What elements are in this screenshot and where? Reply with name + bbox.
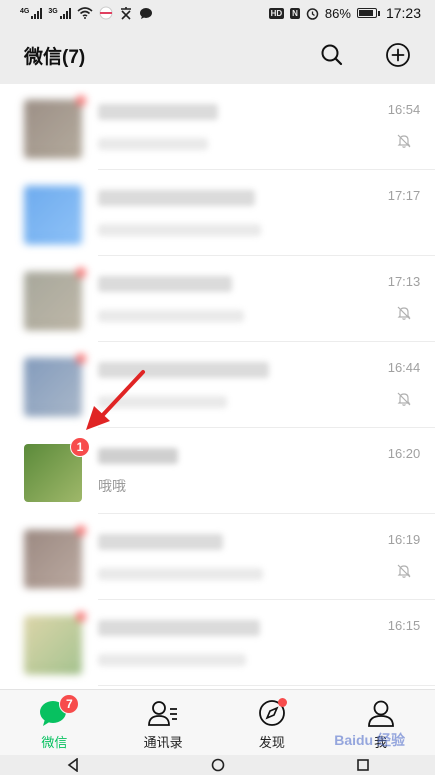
avatar (24, 354, 86, 416)
unread-dot (76, 354, 86, 364)
avatar (24, 268, 86, 330)
chat-name-blurred (98, 104, 218, 120)
back-button[interactable] (62, 758, 84, 772)
muted-bell-icon (396, 133, 412, 154)
chat-time: 16:19 (387, 532, 421, 547)
avatar (24, 96, 86, 158)
chat-preview-blurred (98, 310, 244, 322)
chat-row[interactable]: 1 哦哦 16:20 (0, 428, 435, 514)
chat-body: 哦哦 (82, 444, 373, 496)
unread-dot (76, 612, 86, 622)
chat-name-blurred (98, 448, 178, 464)
wifi-icon (77, 7, 93, 19)
tab-chats[interactable]: 7 微信 (0, 690, 109, 755)
avatar (24, 526, 86, 588)
chat-body (82, 272, 373, 322)
signal-3g-icon: 3G (48, 7, 71, 19)
chat-list: 16:54 17:17 17:13 16:44 1 哦哦 16:20 16:19 16:15 (0, 84, 435, 689)
avatar: 1 (24, 437, 90, 502)
search-button[interactable] (317, 40, 347, 70)
plus-circle-icon (386, 43, 410, 67)
chat-time: 17:13 (387, 274, 421, 289)
system-nav-bar (0, 755, 435, 775)
status-bar: 4G 3G HD N 86% 17:23 (0, 0, 435, 26)
battery-icon (356, 8, 380, 18)
signal-4g-icon: 4G (20, 7, 43, 19)
wen-app-icon (120, 7, 131, 20)
tab-discover[interactable]: 发现 (218, 690, 327, 755)
search-icon (321, 44, 343, 66)
nfc-icon: N (290, 7, 300, 19)
chat-meta: 16:54 (373, 100, 435, 154)
chat-time: 16:20 (387, 446, 421, 461)
chat-time: 16:44 (387, 360, 421, 375)
tab-contacts[interactable]: 通讯录 (109, 690, 218, 755)
compass-icon (257, 698, 287, 728)
back-triangle-icon (67, 758, 78, 772)
chat-name-blurred (98, 534, 223, 550)
chat-meta: 16:44 (373, 358, 435, 412)
recents-button[interactable] (352, 758, 374, 772)
chat-meta: 17:17 (373, 186, 435, 203)
chat-time: 17:17 (387, 188, 421, 203)
chat-body (82, 100, 373, 150)
chat-bubble-icon: 7 (39, 694, 80, 728)
chat-time: 16:54 (387, 102, 421, 117)
tab-label: 微信 (41, 735, 68, 750)
tab-label: 发现 (258, 735, 285, 750)
status-time: 17:23 (385, 5, 421, 21)
tab-badge: 7 (59, 694, 80, 714)
chat-name-blurred (98, 276, 232, 292)
chat-row[interactable]: 16:15 (0, 600, 435, 686)
chat-row[interactable]: 17:17 (0, 170, 435, 256)
home-circle-icon (211, 758, 224, 772)
app-header: 微信(7) (0, 26, 435, 84)
tab-label: 通讯录 (143, 735, 183, 750)
chat-body (82, 616, 373, 666)
app-notification-icon (99, 6, 113, 20)
muted-bell-icon (396, 305, 412, 326)
chat-row[interactable]: 16:44 (0, 342, 435, 428)
chat-meta: 17:13 (373, 272, 435, 326)
unread-dot (76, 526, 86, 536)
contacts-icon (148, 698, 178, 728)
hd-icon: HD (268, 7, 285, 19)
alarm-icon (306, 7, 319, 20)
chat-body (82, 530, 373, 580)
chat-preview-blurred (98, 138, 208, 150)
chat-preview-blurred (98, 224, 261, 236)
chat-row[interactable]: 16:19 (0, 514, 435, 600)
person-icon (366, 698, 396, 728)
battery-percent: 86% (324, 5, 351, 21)
chat-row[interactable]: 17:13 (0, 256, 435, 342)
home-button[interactable] (207, 758, 229, 772)
chat-name-blurred (98, 362, 269, 378)
chat-body (82, 186, 373, 236)
page-title: 微信(7) (24, 46, 86, 68)
recents-square-icon (356, 759, 369, 771)
chat-body (82, 358, 373, 408)
tab-dot (277, 698, 287, 707)
message-bubble-icon (139, 7, 152, 19)
chat-preview: 哦哦 (98, 478, 126, 494)
avatar (24, 612, 86, 674)
chat-name-blurred (98, 190, 255, 206)
add-button[interactable] (383, 40, 413, 70)
chat-preview-blurred (98, 654, 246, 666)
chat-preview-blurred (98, 568, 263, 580)
muted-bell-icon (396, 391, 412, 412)
watermark: Baidu 经验 (334, 732, 405, 748)
chat-row[interactable]: 16:54 (0, 84, 435, 170)
chat-name-blurred (98, 620, 260, 636)
muted-bell-icon (396, 563, 412, 584)
unread-dot (76, 268, 86, 278)
chat-meta: 16:15 (373, 616, 435, 633)
chat-time: 16:15 (387, 618, 421, 633)
chat-meta: 16:19 (373, 530, 435, 584)
unread-dot (76, 96, 86, 106)
avatar (24, 186, 82, 244)
unread-badge: 1 (70, 437, 90, 457)
chat-preview-blurred (98, 396, 227, 408)
chat-meta: 16:20 (373, 444, 435, 461)
